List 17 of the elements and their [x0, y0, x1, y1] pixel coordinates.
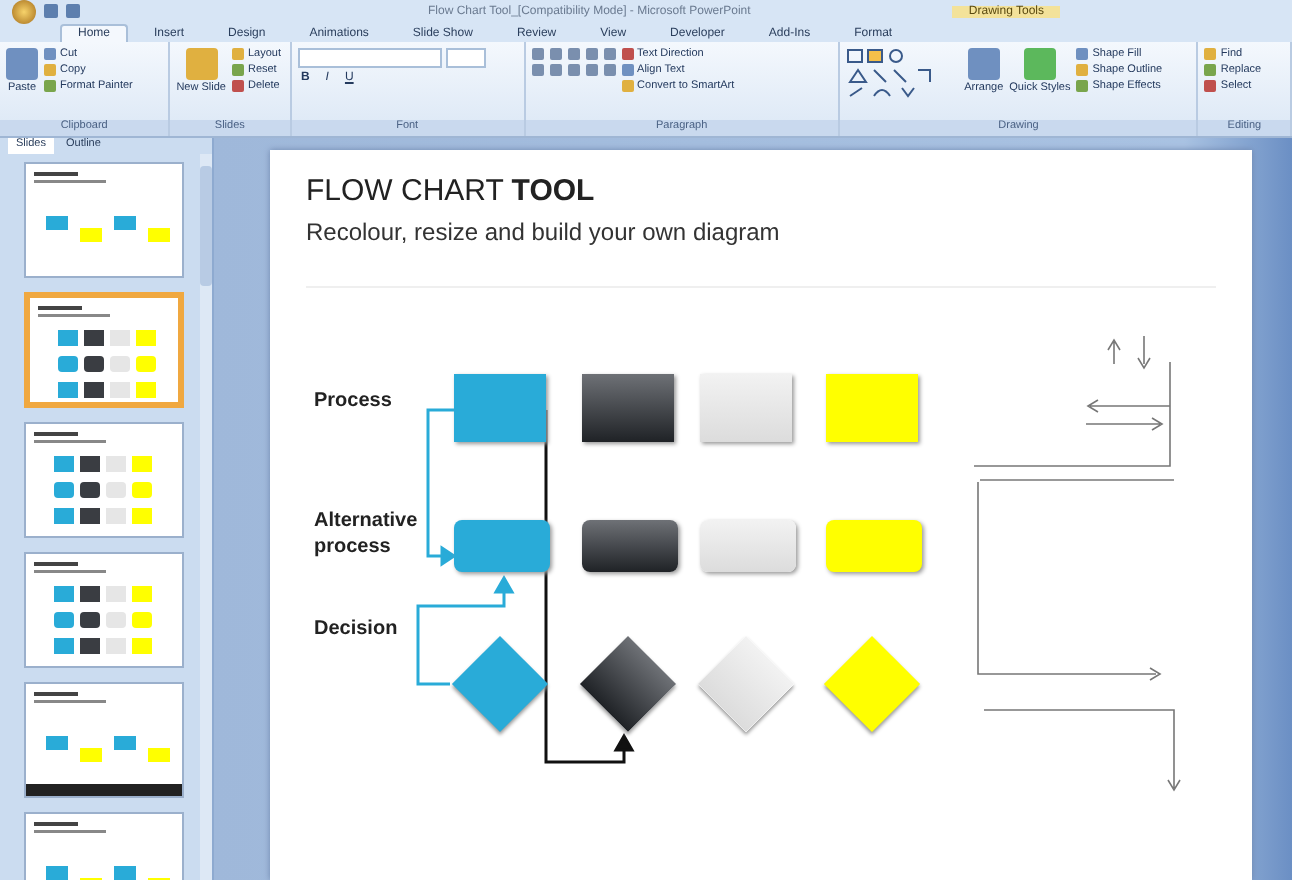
slide-thumbnail[interactable] [24, 552, 184, 668]
rounded-rectangle[interactable] [582, 520, 678, 572]
slide-thumbnail[interactable] [24, 292, 184, 408]
slide-thumbnail[interactable] [24, 422, 184, 538]
scrollbar-thumb[interactable] [200, 166, 212, 286]
slide-subtitle: Recolour, resize and build your own diagram [306, 218, 780, 246]
connector-arrow [416, 574, 515, 686]
slide-title: FLOW CHART TOOL [306, 174, 595, 208]
row-label: Decision [314, 618, 400, 643]
slide-thumbnail[interactable] [24, 162, 184, 278]
font-size-field[interactable] [445, 48, 486, 68]
font-name-field[interactable] [297, 48, 442, 68]
row-label: Alternative process [314, 510, 420, 560]
row-label: Process [314, 390, 394, 415]
office-button[interactable] [12, 0, 36, 23]
process-rectangle[interactable] [582, 374, 674, 442]
slide-thumbnail[interactable] [24, 682, 184, 798]
